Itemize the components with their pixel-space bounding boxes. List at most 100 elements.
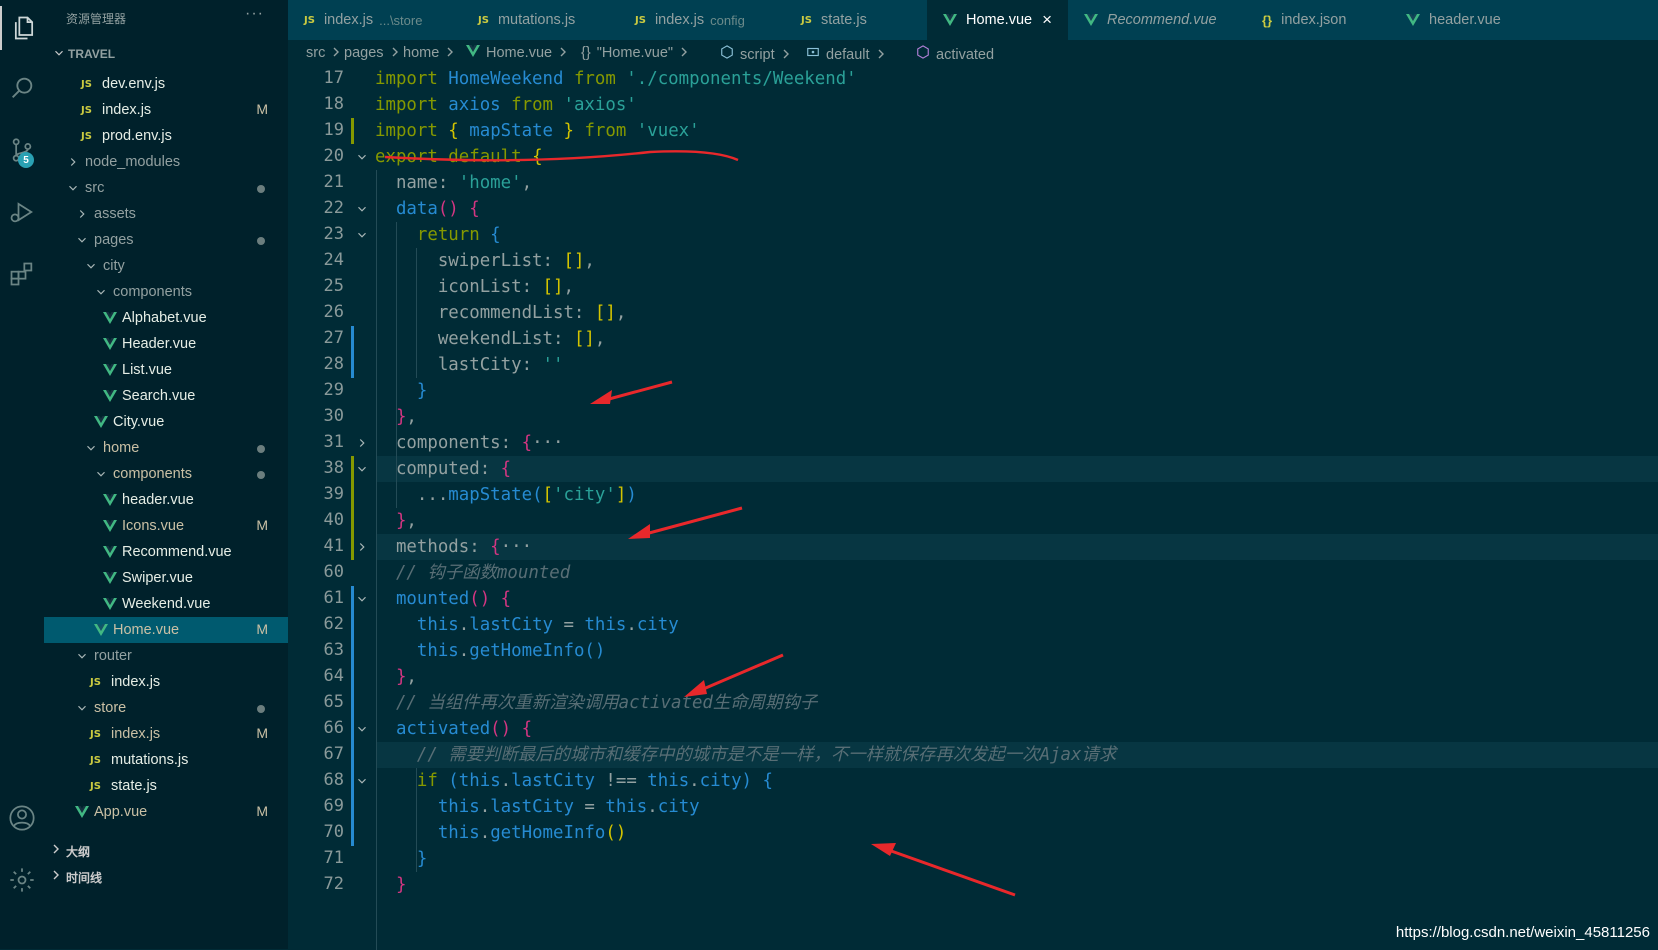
code-line[interactable]: swiperList: [], [375,248,595,274]
fold-expand-icon[interactable] [355,436,369,450]
code-line[interactable]: // 需要判断最后的城市和缓存中的城市是不是一样，不一样就保存再次发起一次Aja… [375,742,1116,768]
tree-item[interactable]: List.vue [44,357,288,383]
tree-item[interactable]: Header.vue [44,331,288,357]
extensions-icon[interactable] [0,252,44,296]
breadcrumb-item[interactable]: activated [916,45,994,63]
tree-item[interactable]: JS prod.env.js [44,123,288,149]
tab-home-vue[interactable]: Home.vue × [927,0,1068,40]
tab-recommend-vue[interactable]: Recommend.vue [1068,0,1246,40]
tree-item[interactable]: assets [44,201,288,227]
breadcrumb-item[interactable]: {} "Home.vue" [581,45,689,61]
code-editor[interactable]: 17 18 19 20 21 22 23 24 25 26 27 28 29 30 31 38 39 40 41 60… [288,66,1658,950]
tree-item[interactable]: Alphabet.vue [44,305,288,331]
tab-state-js[interactable]: JS state.js [785,0,927,40]
code-line[interactable]: // 钩子函数mounted [375,560,570,586]
code-line[interactable]: activated() { [375,716,532,742]
tree-item[interactable]: JS state.js [44,773,288,799]
code-line[interactable]: recommendList: [], [375,300,627,326]
code-line[interactable]: iconList: [], [375,274,574,300]
code-line[interactable]: this.lastCity = this.city [375,794,700,820]
tab-index-js[interactable]: JS index.js config [619,0,785,40]
breadcrumb-item[interactable]: Home.vue [466,45,568,61]
code-line[interactable]: this.getHomeInfo() [375,820,627,846]
tab-index-js[interactable]: JS index.js ...\store [288,0,462,40]
tree-item[interactable]: Recommend.vue [44,539,288,565]
fold-expand-icon[interactable] [355,540,369,554]
tree-item[interactable]: components [44,279,288,305]
tab-mutations-js[interactable]: JS mutations.js [462,0,619,40]
breadcrumb-item[interactable]: script [720,45,791,63]
tree-item[interactable]: components [44,461,288,487]
fold-collapse-icon[interactable] [355,592,369,606]
tree-item[interactable]: pages [44,227,288,253]
code-line[interactable]: if (this.lastCity !== this.city) { [375,768,773,794]
code-line[interactable]: return { [375,222,501,248]
code-line[interactable]: lastCity: '' [375,352,564,378]
code-line[interactable]: computed: { [375,456,511,482]
tree-item[interactable]: JS dev.env.js [44,71,288,97]
code-line[interactable]: import axios from 'axios' [375,92,637,118]
code-line[interactable]: import { mapState } from 'vuex' [375,118,700,144]
code-line[interactable]: components: {··· [375,430,564,456]
code-line[interactable]: ...mapState(['city']) [375,482,637,508]
more-actions-icon[interactable]: ··· [245,5,264,23]
tab-header-vue[interactable]: header.vue [1390,0,1534,40]
timeline-section[interactable]: 时间线 [44,863,288,889]
breadcrumb-item[interactable]: default [806,45,886,63]
tree-item[interactable]: Search.vue [44,383,288,409]
tree-item[interactable]: App.vue M [44,799,288,825]
project-header[interactable]: TRAVEL [44,43,288,65]
code-line[interactable]: weekendList: [], [375,326,606,352]
code-line[interactable]: data() { [375,196,480,222]
tree-item[interactable]: JS index.js M [44,97,288,123]
code-line[interactable]: this.lastCity = this.city [375,612,679,638]
outline-section[interactable]: 大纲 [44,837,288,863]
tab-index-json[interactable]: {} index.json [1246,0,1390,40]
explorer-icon[interactable] [0,6,46,50]
chevron-down-icon [94,461,108,487]
breadcrumb-item[interactable]: src [306,45,341,61]
fold-collapse-icon[interactable] [355,228,369,242]
tree-item[interactable]: router [44,643,288,669]
tree-item[interactable]: city [44,253,288,279]
close-icon[interactable]: × [1042,10,1052,30]
tree-item[interactable]: header.vue [44,487,288,513]
tree-item[interactable]: Home.vue M [44,617,288,643]
breadcrumb-item[interactable]: home [403,45,455,61]
code-line[interactable]: }, [375,664,417,690]
code-line[interactable]: } [375,872,406,898]
fold-collapse-icon[interactable] [355,722,369,736]
code-line[interactable]: // 当组件再次重新渲染调用activated生命周期钩子 [375,690,817,716]
tree-item[interactable]: JS index.js [44,669,288,695]
fold-collapse-icon[interactable] [355,774,369,788]
tree-item[interactable]: home [44,435,288,461]
code-line[interactable]: } [375,378,427,404]
tree-item[interactable]: store [44,695,288,721]
code-line[interactable]: } [375,846,427,872]
settings-gear-icon[interactable] [0,858,44,902]
code-line[interactable]: name: 'home', [375,170,532,196]
tree-item[interactable]: node_modules [44,149,288,175]
code-line[interactable]: }, [375,508,417,534]
breadcrumb-item[interactable]: pages [344,45,400,61]
code-line[interactable]: methods: {··· [375,534,532,560]
fold-collapse-icon[interactable] [355,202,369,216]
tree-item[interactable]: JS mutations.js [44,747,288,773]
tree-item[interactable]: Swiper.vue [44,565,288,591]
code-line[interactable]: import HomeWeekend from './components/We… [375,66,857,92]
code-line[interactable]: }, [375,404,417,430]
tree-item[interactable]: Weekend.vue [44,591,288,617]
tree-item[interactable]: JS index.js M [44,721,288,747]
code-line[interactable]: this.getHomeInfo() [375,638,606,664]
code-line[interactable]: mounted() { [375,586,511,612]
vue-file-icon [75,799,89,825]
fold-collapse-icon[interactable] [355,150,369,164]
tree-item[interactable]: src [44,175,288,201]
tree-item[interactable]: Icons.vue M [44,513,288,539]
search-icon[interactable] [0,66,44,110]
run-debug-icon[interactable] [0,190,44,234]
code-line[interactable]: export default { [375,144,543,170]
tree-item[interactable]: City.vue [44,409,288,435]
account-icon[interactable] [0,796,44,840]
fold-collapse-icon[interactable] [355,462,369,476]
